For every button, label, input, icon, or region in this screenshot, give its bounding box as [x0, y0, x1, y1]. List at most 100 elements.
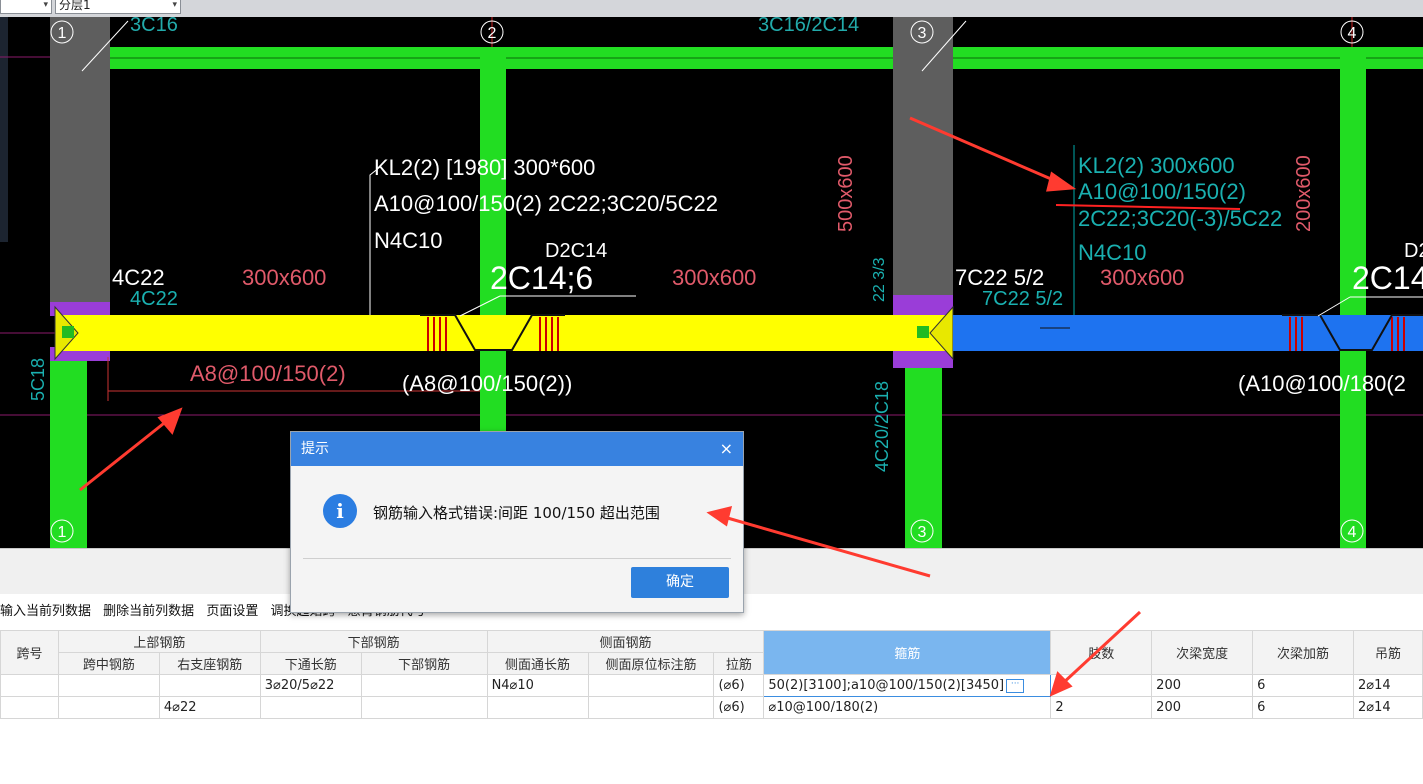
svg-text:4: 4 — [1348, 524, 1357, 541]
column-a-core — [50, 17, 110, 302]
table-cell[interactable] — [57, 696, 160, 719]
svg-text:1: 1 — [58, 524, 67, 541]
table-cell[interactable] — [57, 674, 160, 697]
table-cell[interactable]: 6 — [1252, 696, 1354, 719]
table-cell[interactable]: 2 — [1050, 674, 1153, 697]
table-cell[interactable] — [360, 696, 488, 719]
table-cell[interactable]: ⌀10@100/180(2) — [763, 696, 1052, 719]
table-cell[interactable]: (⌀6) — [713, 696, 765, 719]
table-row[interactable]: 4⌀22 (⌀6) ⌀10@100/180(2) 2 200 6 2⌀14 — [0, 696, 1423, 719]
header-top-rebar[interactable]: 上部钢筋 — [57, 630, 261, 653]
axis-marker: 4 — [1340, 20, 1364, 44]
column-rebar-label: 3C16 — [130, 17, 178, 36]
column-rebar-label: 22 3/3 — [871, 257, 888, 302]
chevron-down-icon: ▾ — [43, 0, 48, 10]
table-cell[interactable] — [0, 696, 59, 719]
svg-text:1: 1 — [58, 25, 67, 42]
stirrup-edit-cell[interactable]: 50(2)[3100];a10@100/150(2)[3450] ··· — [763, 674, 1052, 697]
table-cell[interactable] — [259, 696, 362, 719]
header-legs[interactable]: 肢数 — [1050, 630, 1153, 675]
close-icon[interactable]: × — [720, 432, 733, 466]
header-hanger[interactable]: 吊筋 — [1352, 630, 1423, 675]
table-cell[interactable]: 2 — [1050, 696, 1153, 719]
support-hatch — [893, 295, 953, 315]
table-cell[interactable]: 200 — [1151, 674, 1254, 697]
support-rebar-label: 4C22 — [112, 265, 165, 290]
header-bottom-through[interactable]: 下通长筋 — [259, 652, 362, 675]
svg-text:4: 4 — [1348, 25, 1357, 42]
dialog-divider — [303, 558, 731, 559]
svg-text:3: 3 — [918, 524, 927, 541]
beam-callout-line: 2C22;3C20(-3)/5C22 — [1078, 206, 1282, 231]
grip-handle[interactable] — [917, 326, 929, 338]
header-mid-span[interactable]: 跨中钢筋 — [57, 652, 160, 675]
header-side-rebar[interactable]: 侧面钢筋 — [486, 630, 765, 653]
table-cell[interactable]: 2⌀14 — [1352, 674, 1423, 697]
beam-callout-line: A10@100/150(2) — [1078, 179, 1246, 204]
table-row[interactable]: 3⌀20/5⌀22 N4⌀10 (⌀6) 50(2)[3100];a10@100… — [0, 674, 1423, 697]
rebar-table: 跨号 上部钢筋 下部钢筋 侧面钢筋 箍筋 肢数 次梁宽度 次梁加筋 吊筋 跨中钢… — [0, 630, 1423, 719]
hanger-label: D2C14 — [545, 240, 607, 262]
column-c-core — [893, 17, 953, 302]
beam-callout-line: KL2(2) [1980] 300*600 — [374, 155, 595, 180]
header-side-inplace[interactable]: 侧面原位标注筋 — [587, 652, 715, 675]
header-secondary-add[interactable]: 次梁加筋 — [1252, 630, 1354, 675]
grip-handle[interactable] — [62, 326, 74, 338]
support-rebar-label: 7C22 5/2 — [955, 265, 1044, 290]
header-stirrup[interactable]: 箍筋 — [763, 630, 1052, 675]
span-size-label: 300x600 — [1100, 265, 1184, 290]
header-bottom-rebar[interactable]: 下部钢筋 — [259, 630, 488, 653]
table-cell[interactable] — [360, 674, 488, 697]
table-cell[interactable] — [486, 696, 589, 719]
stirrup-cell-value[interactable]: 50(2)[3100];a10@100/150(2)[3450] — [768, 678, 1004, 693]
top-toolbar: ▾ 分层1 ▾ — [0, 0, 1423, 17]
table-header-row: 跨号 上部钢筋 下部钢筋 侧面钢筋 箍筋 肢数 次梁宽度 次梁加筋 吊筋 — [0, 630, 1423, 675]
table-cell[interactable]: 3⌀20/5⌀22 — [259, 674, 362, 697]
column-c-lower — [905, 357, 942, 548]
table-cell[interactable] — [0, 674, 59, 697]
header-secondary-width[interactable]: 次梁宽度 — [1151, 630, 1254, 675]
stirrup-label: (A8@100/150(2)) — [402, 371, 572, 396]
axis-marker: 2 — [480, 20, 504, 44]
header-tie-bar[interactable]: 拉筋 — [713, 652, 765, 675]
svg-text:3: 3 — [918, 25, 927, 42]
input-column-button[interactable]: 输入当前列数据 — [0, 604, 91, 619]
beam-callout-line: N4C10 — [374, 228, 442, 253]
svg-text:2: 2 — [488, 25, 497, 42]
dialog-title-bar[interactable]: 提示 × — [291, 432, 743, 466]
layer-value: 分层1 — [59, 0, 91, 12]
table-cell[interactable]: 6 — [1252, 674, 1354, 697]
beam-blue[interactable] — [953, 315, 1423, 351]
table-cell[interactable] — [587, 674, 715, 697]
table-cell[interactable] — [158, 674, 261, 697]
table-cell[interactable] — [587, 696, 715, 719]
hanger-label: 2C14 — [1352, 260, 1423, 296]
support-hatch — [893, 350, 953, 368]
ok-button[interactable]: 确定 — [631, 567, 729, 598]
page-setup-button[interactable]: 页面设置 — [206, 604, 258, 619]
table-cell[interactable]: 4⌀22 — [158, 696, 261, 719]
support-rebar-label: 4C22 — [130, 288, 178, 310]
header-right-support[interactable]: 右支座钢筋 — [158, 652, 261, 675]
column-rebar-label: 4C20/2C18 — [872, 381, 892, 472]
selected-beam-yellow[interactable] — [55, 315, 953, 351]
table-cell[interactable]: 2⌀14 — [1352, 696, 1423, 719]
delete-column-button[interactable]: 删除当前列数据 — [103, 604, 194, 619]
beam-callout-line: KL2(2) 300x600 — [1078, 153, 1235, 178]
table-cell[interactable]: N4⌀10 — [486, 674, 589, 697]
hanger-label: D2 — [1404, 240, 1423, 262]
span-size-label: 300x600 — [242, 265, 326, 290]
header-bottom-bars[interactable]: 下部钢筋 — [360, 652, 488, 675]
error-dialog: 提示 × i 钢筋输入格式错误:间距 100/150 超出范围 确定 — [290, 431, 744, 613]
header-span-no[interactable]: 跨号 — [0, 630, 59, 675]
table-cell[interactable]: (⌀6) — [713, 674, 765, 697]
column-a-lower — [50, 357, 87, 548]
span-size-label: 300x600 — [672, 265, 756, 290]
column-rebar-label: 5C18 — [28, 358, 48, 401]
header-side-through[interactable]: 侧面通长筋 — [486, 652, 589, 675]
table-cell[interactable]: 200 — [1151, 696, 1254, 719]
layer-type-combo[interactable]: ▾ — [0, 0, 52, 14]
more-icon[interactable]: ··· — [1006, 678, 1025, 693]
support-rebar-label: 7C22 5/2 — [982, 288, 1063, 310]
layer-combo[interactable]: 分层1 ▾ — [55, 0, 181, 14]
